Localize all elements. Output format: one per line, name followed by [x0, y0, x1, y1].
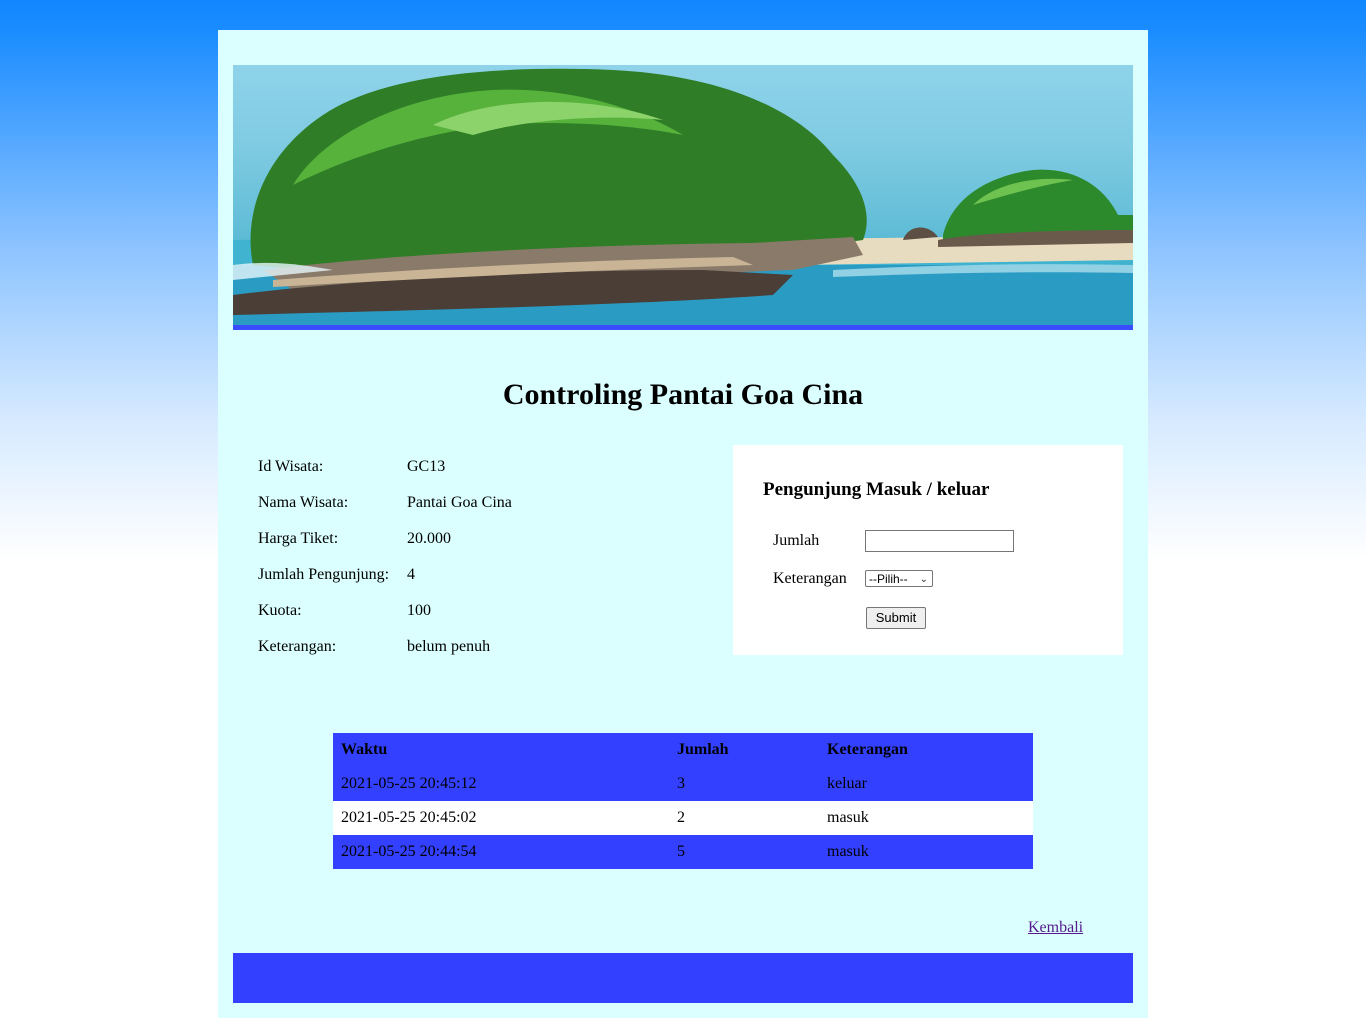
cell-waktu: 2021-05-25 20:44:54 [341, 843, 477, 860]
table-row: 2021-05-25 20:45:02 2 masuk [333, 801, 1033, 835]
info-label: Nama Wisata: [258, 494, 349, 511]
cell-waktu: 2021-05-25 20:45:12 [341, 775, 477, 792]
kembali-link[interactable]: Kembali [1028, 919, 1083, 937]
chevron-down-icon: ⌄ [919, 574, 928, 585]
keterangan-select[interactable]: --Pilih-- ⌄ [865, 570, 933, 587]
jumlah-label: Jumlah [773, 532, 820, 549]
cell-keterangan: masuk [827, 809, 869, 826]
footer-bar [233, 953, 1133, 1003]
page-title: Controling Pantai Goa Cina [502, 378, 864, 411]
info-label: Id Wisata: [258, 458, 324, 475]
page-container: Controling Pantai Goa Cina Id Wisata: GC… [218, 30, 1148, 1018]
submit-button[interactable]: Submit [866, 607, 926, 629]
table-header-row: Waktu Jumlah Keterangan [333, 733, 1033, 767]
info-value: 100 [407, 602, 431, 619]
form-title: Pengunjung Masuk / keluar [763, 479, 990, 500]
header-keterangan: Keterangan [827, 741, 908, 758]
banner-photo [233, 68, 1133, 330]
cell-jumlah: 2 [677, 809, 685, 826]
cell-waktu: 2021-05-25 20:45:02 [341, 809, 477, 826]
jumlah-input[interactable] [865, 530, 1014, 552]
cell-keterangan: keluar [827, 775, 867, 792]
info-value: Pantai Goa Cina [407, 494, 512, 511]
cell-keterangan: masuk [827, 843, 869, 860]
cell-jumlah: 5 [677, 843, 685, 860]
visitor-log-table: Waktu Jumlah Keterangan 2021-05-25 20:45… [333, 733, 1033, 869]
cell-jumlah: 3 [677, 775, 685, 792]
info-value: 20.000 [407, 530, 451, 547]
table-row: 2021-05-25 20:44:54 5 masuk [333, 835, 1033, 869]
keterangan-selected-value: --Pilih-- [869, 572, 908, 586]
info-value: GC13 [407, 458, 446, 475]
banner-accent-bar [233, 325, 1133, 330]
info-label: Keterangan: [258, 638, 337, 655]
info-label: Harga Tiket: [258, 530, 339, 547]
banner-image [233, 65, 1133, 330]
info-label: Kuota: [258, 602, 302, 619]
keterangan-label: Keterangan [773, 570, 847, 587]
table-row: 2021-05-25 20:45:12 3 keluar [333, 767, 1033, 801]
info-value: belum penuh [407, 638, 491, 655]
header-jumlah: Jumlah [677, 741, 729, 758]
visitor-form: Pengunjung Masuk / keluar Jumlah Keteran… [733, 445, 1123, 655]
info-label: Jumlah Pengunjung: [258, 566, 390, 583]
info-value: 4 [407, 566, 415, 583]
header-waktu: Waktu [341, 741, 388, 758]
